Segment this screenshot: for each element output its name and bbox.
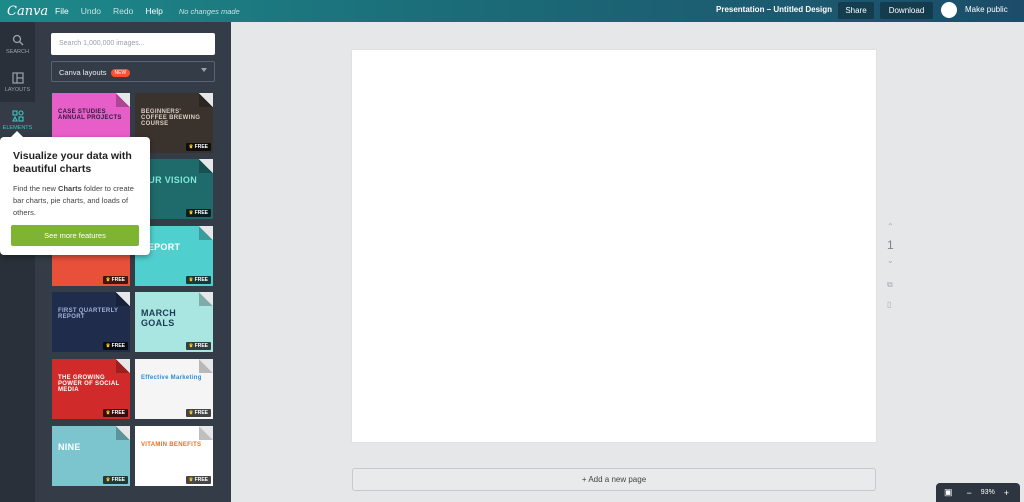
- sidebar-item-search[interactable]: SEARCH: [0, 26, 35, 64]
- free-badge: FREE: [185, 143, 211, 151]
- sidebar-item-layouts[interactable]: LAYOUTS: [0, 64, 35, 102]
- tooltip-body: Find the new Charts folder to create bar…: [13, 184, 134, 217]
- document-title[interactable]: Presentation – Untitled Design: [716, 5, 832, 14]
- download-button[interactable]: Download: [880, 2, 933, 19]
- make-public-link[interactable]: Make public: [965, 5, 1008, 14]
- page-number: 1: [887, 238, 894, 252]
- layouts-icon: [11, 72, 24, 84]
- dropdown-label: Canva layouts: [59, 68, 107, 77]
- page-curl-icon: [116, 292, 130, 306]
- free-badge: FREE: [102, 276, 128, 284]
- layout-tile-title: Effective Marketing: [141, 375, 202, 381]
- sidebar-item-label: LAYOUTS: [4, 87, 31, 93]
- layout-tile[interactable]: FIRST QUARTERLY REPORT FREE: [52, 292, 130, 352]
- layout-tile[interactable]: MARCH GOALS FREE: [135, 292, 213, 352]
- layouts-dropdown[interactable]: Canva layouts NEW: [51, 61, 215, 82]
- page-curl-icon: [199, 292, 213, 306]
- present-icon[interactable]: ▣: [944, 487, 953, 498]
- layouts-panel: Search 1,000,000 images... Canva layouts…: [35, 22, 231, 502]
- page-curl-icon: [199, 359, 213, 373]
- see-more-features-button[interactable]: See more features: [11, 225, 139, 246]
- menu-help[interactable]: Help: [145, 6, 162, 16]
- move-up-icon[interactable]: ⌃: [887, 222, 894, 231]
- layout-tile-title: THE GROWING POWER OF SOCIAL MEDIA: [58, 375, 120, 393]
- layout-tile[interactable]: NINE FREE: [52, 426, 130, 486]
- menu-redo[interactable]: Redo: [113, 6, 133, 16]
- page-curl-icon: [199, 93, 213, 107]
- zoom-level[interactable]: 93%: [981, 489, 995, 496]
- free-badge: FREE: [102, 342, 128, 350]
- zoom-in-button[interactable]: +: [1004, 488, 1009, 498]
- share-button[interactable]: Share: [838, 2, 874, 19]
- free-badge: FREE: [185, 409, 211, 417]
- free-badge: FREE: [185, 209, 211, 217]
- layout-tile-title: FIRST QUARTERLY REPORT: [58, 308, 119, 320]
- public-toggle-icon[interactable]: [941, 2, 957, 18]
- layout-tile-title: BEGINNERS' COFFEE BREWING COURSE: [141, 109, 201, 127]
- menu-undo[interactable]: Undo: [81, 6, 101, 16]
- layout-tile-title: CASE STUDIES ANNUAL PROJECTS: [58, 109, 122, 121]
- free-badge: FREE: [185, 276, 211, 284]
- feature-tooltip: Visualize your data with beautiful chart…: [0, 131, 150, 255]
- page-curl-icon: [199, 426, 213, 440]
- search-icon: [12, 34, 23, 46]
- zoom-out-button[interactable]: −: [967, 488, 972, 498]
- page-curl-icon: [116, 359, 130, 373]
- image-search-input[interactable]: Search 1,000,000 images...: [51, 33, 215, 55]
- delete-page-icon[interactable]: ▯: [887, 300, 891, 309]
- top-bar: Canva File Undo Redo Help No changes mad…: [0, 0, 1024, 22]
- free-badge: FREE: [102, 476, 128, 484]
- menu-file[interactable]: File: [55, 6, 69, 16]
- sidebar-item-label: SEARCH: [6, 49, 29, 55]
- free-badge: FREE: [185, 342, 211, 350]
- add-page-button[interactable]: + Add a new page: [352, 468, 876, 491]
- save-status: No changes made: [178, 6, 240, 16]
- duplicate-page-icon[interactable]: ⧉: [887, 280, 893, 290]
- layout-tile[interactable]: VITAMIN BENEFITS FREE: [135, 426, 213, 486]
- move-down-icon[interactable]: ⌄: [887, 256, 894, 265]
- layout-tile[interactable]: THE GROWING POWER OF SOCIAL MEDIA FREE: [52, 359, 130, 419]
- layout-tile-title: NINE: [58, 442, 81, 452]
- page-curl-icon: [199, 226, 213, 240]
- canva-logo[interactable]: Canva: [7, 4, 55, 19]
- page-curl-icon: [199, 159, 213, 173]
- page-curl-icon: [116, 93, 130, 107]
- chevron-down-icon: [201, 68, 207, 72]
- tool-sidebar: SEARCH LAYOUTS ELEMENTS: [0, 22, 35, 502]
- zoom-controls: ▣ − 93% +: [936, 483, 1020, 502]
- layout-tile-title: VITAMIN BENEFITS: [141, 442, 202, 448]
- layout-tile-title: MARCH GOALS: [141, 308, 176, 328]
- free-badge: FREE: [185, 476, 211, 484]
- layout-tile-title: OUR VISION: [141, 175, 198, 185]
- tooltip-title: Visualize your data with beautiful chart…: [13, 150, 132, 175]
- page-curl-icon: [116, 426, 130, 440]
- free-badge: FREE: [102, 409, 128, 417]
- layout-tile[interactable]: Effective Marketing FREE: [135, 359, 213, 419]
- layout-tile-title: REPORT: [141, 242, 181, 252]
- elements-icon: [11, 110, 24, 122]
- design-page[interactable]: [352, 50, 876, 442]
- new-badge: NEW: [110, 69, 131, 77]
